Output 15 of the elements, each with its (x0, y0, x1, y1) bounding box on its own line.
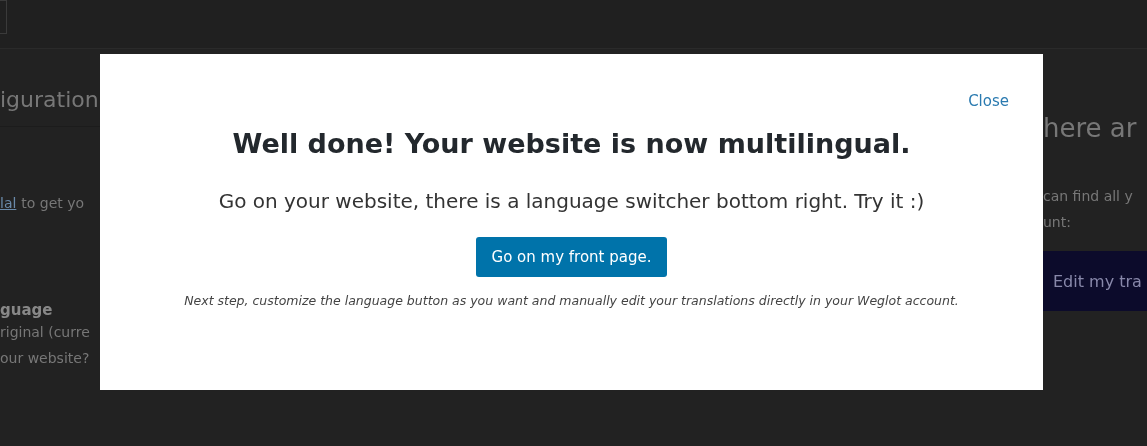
edit-translations-button[interactable]: Edit my tra (1043, 251, 1147, 311)
modal-title: Well done! Your website is now multilingual. (232, 128, 911, 159)
help-text: our website? (0, 349, 91, 368)
close-link[interactable]: Close (968, 92, 1009, 110)
field-label: guage (0, 301, 54, 319)
toolbar-button[interactable] (0, 0, 7, 34)
section-heading: here ar (1043, 113, 1138, 143)
body-text: can find all y (1043, 187, 1134, 206)
front-page-button[interactable]: Go on my front page. (475, 237, 668, 277)
help-text: riginal (curre (0, 323, 91, 342)
link[interactable]: lal (0, 195, 17, 211)
modal-subtitle: Go on your website, there is a language switcher bottom right. Try it :) (218, 189, 925, 213)
next-step-note: Next step, customize the language button as you want and manually edit your translations directly in your Weglot account. (184, 293, 959, 308)
body-text: unt: (1043, 213, 1072, 232)
body-text: to get yo (21, 195, 85, 211)
